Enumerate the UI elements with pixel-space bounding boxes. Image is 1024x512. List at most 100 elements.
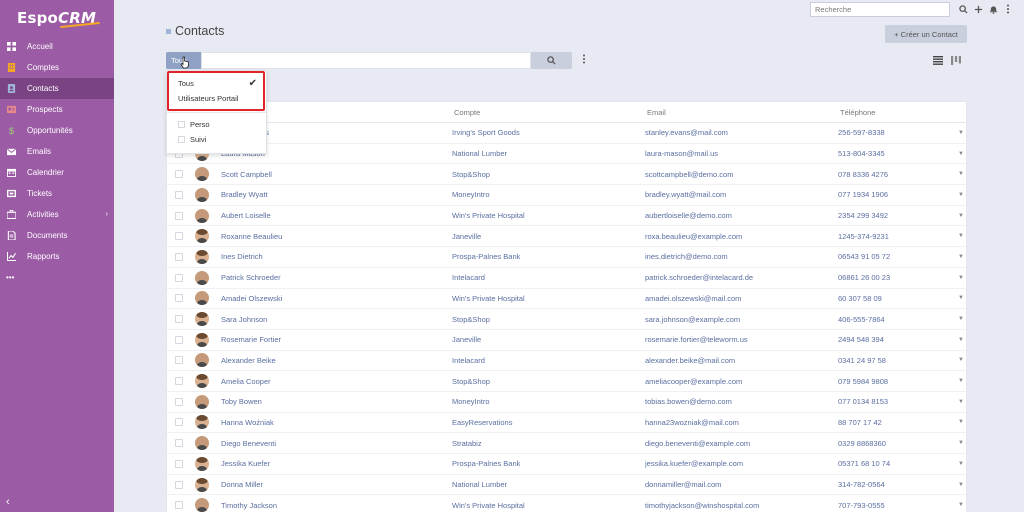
row-actions-caret-icon[interactable]: ▼	[958, 502, 964, 508]
contact-name-link[interactable]: Toby Bowen	[221, 397, 452, 406]
row-checkbox[interactable]	[175, 190, 183, 199]
phone-link[interactable]: 256-597-8338	[838, 128, 954, 137]
row-checkbox[interactable]	[175, 418, 183, 427]
phone-link[interactable]: 2354 299 3492	[838, 211, 954, 220]
menu-kebab-icon[interactable]	[1002, 3, 1014, 15]
row-actions-caret-icon[interactable]: ▼	[958, 233, 964, 239]
contact-name-link[interactable]: Patrick Schroeder	[221, 273, 452, 282]
email-link[interactable]: patrick.schroeder@intelacard.de	[645, 273, 838, 282]
row-actions-caret-icon[interactable]: ▼	[958, 130, 964, 136]
email-link[interactable]: ameliacooper@example.com	[645, 377, 838, 386]
email-link[interactable]: alexander.beike@mail.com	[645, 356, 838, 365]
phone-link[interactable]: 06543 91 05 72	[838, 252, 954, 261]
account-link[interactable]: National Lumber	[452, 480, 645, 489]
row-checkbox[interactable]	[175, 211, 183, 220]
row-checkbox[interactable]	[175, 501, 183, 510]
contact-name-link[interactable]: Timothy Jackson	[221, 501, 452, 510]
phone-link[interactable]: 06861 26 00 23	[838, 273, 954, 282]
phone-link[interactable]: 2494 548 394	[838, 335, 954, 344]
phone-link[interactable]: 314-782-0564	[838, 480, 954, 489]
email-link[interactable]: amadei.olszewski@mail.com	[645, 294, 838, 303]
email-link[interactable]: stanley.evans@mail.com	[645, 128, 838, 137]
row-actions-caret-icon[interactable]: ▼	[958, 378, 964, 384]
phone-link[interactable]: 077 1934 1906	[838, 190, 954, 199]
row-actions-caret-icon[interactable]: ▼	[958, 337, 964, 343]
column-header-account[interactable]: Compte	[454, 108, 647, 117]
column-header-phone[interactable]: Téléphone	[840, 108, 875, 117]
sidebar-item-calendrier[interactable]: Calendrier	[0, 162, 114, 183]
row-actions-caret-icon[interactable]: ▼	[958, 295, 964, 301]
email-link[interactable]: ines.dietrich@demo.com	[645, 252, 838, 261]
row-actions-caret-icon[interactable]: ▼	[958, 316, 964, 322]
account-link[interactable]: Stop&Shop	[452, 170, 645, 179]
filter-search-button[interactable]	[531, 52, 572, 69]
filter-options-kebab-icon[interactable]	[582, 54, 586, 67]
account-link[interactable]: Janeville	[452, 335, 645, 344]
row-checkbox[interactable]	[175, 294, 183, 303]
account-link[interactable]: Stop&Shop	[452, 315, 645, 324]
search-icon[interactable]	[957, 3, 969, 15]
sidebar-item-emails[interactable]: Emails	[0, 141, 114, 162]
phone-link[interactable]: 88 707 17 42	[838, 418, 954, 427]
phone-link[interactable]: 60 307 58 09	[838, 294, 954, 303]
row-checkbox[interactable]	[175, 232, 183, 241]
email-link[interactable]: tobias.bowen@demo.com	[645, 397, 838, 406]
phone-link[interactable]: 0329 8868360	[838, 439, 954, 448]
phone-link[interactable]: 079 5984 9808	[838, 377, 954, 386]
account-link[interactable]: Prospa-Palnes Bank	[452, 459, 645, 468]
row-actions-caret-icon[interactable]: ▼	[958, 482, 964, 488]
row-checkbox[interactable]	[175, 439, 183, 448]
row-checkbox[interactable]	[175, 480, 183, 489]
account-link[interactable]: MoneyIntro	[452, 397, 645, 406]
app-logo[interactable]: Espo CRM	[0, 0, 114, 36]
sidebar-more-button[interactable]: •••	[0, 267, 114, 288]
contact-name-link[interactable]: Aubert Loiselle	[221, 211, 452, 220]
sidebar-item-accueil[interactable]: Accueil	[0, 36, 114, 57]
email-link[interactable]: sara.johnson@example.com	[645, 315, 838, 324]
sidebar-item-tickets[interactable]: Tickets	[0, 183, 114, 204]
account-link[interactable]: Win's Private Hospital	[452, 211, 645, 220]
sidebar-item-prospects[interactable]: Prospects	[0, 99, 114, 120]
contact-name-link[interactable]: Alexander Beike	[221, 356, 452, 365]
row-actions-caret-icon[interactable]: ▼	[958, 275, 964, 281]
filter-option[interactable]: Utilisateurs Portail	[167, 91, 266, 106]
email-link[interactable]: bradley.wyatt@mail.com	[645, 190, 838, 199]
email-link[interactable]: roxa.beaulieu@example.com	[645, 232, 838, 241]
bell-icon[interactable]	[987, 3, 999, 15]
contact-name-link[interactable]: Diego Beneventi	[221, 439, 452, 448]
account-link[interactable]: Janeville	[452, 232, 645, 241]
phone-link[interactable]: 05371 68 10 74	[838, 459, 954, 468]
sidebar-item-opportunits[interactable]: $ Opportunités	[0, 120, 114, 141]
email-link[interactable]: laura-mason@mail.us	[645, 149, 838, 158]
row-checkbox[interactable]	[175, 315, 183, 324]
email-link[interactable]: jessika.kuefer@example.com	[645, 459, 838, 468]
phone-link[interactable]: 513-804-3345	[838, 149, 954, 158]
email-link[interactable]: timothyjackson@winshospital.com	[645, 501, 838, 510]
contact-name-link[interactable]: Rosemarie Fortier	[221, 335, 452, 344]
boolean-filter-option[interactable]: Suivi	[167, 132, 266, 147]
contact-name-link[interactable]: Amadei Olszewski	[221, 294, 452, 303]
account-link[interactable]: EasyReservations	[452, 418, 645, 427]
phone-link[interactable]: 1245-374-9231	[838, 232, 954, 241]
phone-link[interactable]: 0341 24 97 58	[838, 356, 954, 365]
row-actions-caret-icon[interactable]: ▼	[958, 192, 964, 198]
contact-name-link[interactable]: Scott Campbell	[221, 170, 452, 179]
account-link[interactable]: Stratabiz	[452, 439, 645, 448]
contact-name-link[interactable]: Amelia Cooper	[221, 377, 452, 386]
row-checkbox[interactable]	[175, 356, 183, 365]
sidebar-item-comptes[interactable]: Comptes	[0, 57, 114, 78]
filter-option[interactable]: Tous ✔	[167, 76, 266, 91]
filter-checkbox[interactable]	[178, 136, 185, 143]
row-actions-caret-icon[interactable]: ▼	[958, 461, 964, 467]
row-actions-caret-icon[interactable]: ▼	[958, 171, 964, 177]
account-link[interactable]: Prospa-Palnes Bank	[452, 252, 645, 261]
column-header-email[interactable]: Email	[647, 108, 840, 117]
phone-link[interactable]: 077 0134 8153	[838, 397, 954, 406]
contact-name-link[interactable]: Ines Dietrich	[221, 252, 452, 261]
account-link[interactable]: MoneyIntro	[452, 190, 645, 199]
email-link[interactable]: diego.beneventi@example.com	[645, 439, 838, 448]
contact-name-link[interactable]: Hanna Woźniak	[221, 418, 452, 427]
collapse-sidebar-icon[interactable]: ‹	[6, 496, 10, 508]
account-link[interactable]: National Lumber	[452, 149, 645, 158]
email-link[interactable]: rosemarie.fortier@teleworm.us	[645, 335, 838, 344]
